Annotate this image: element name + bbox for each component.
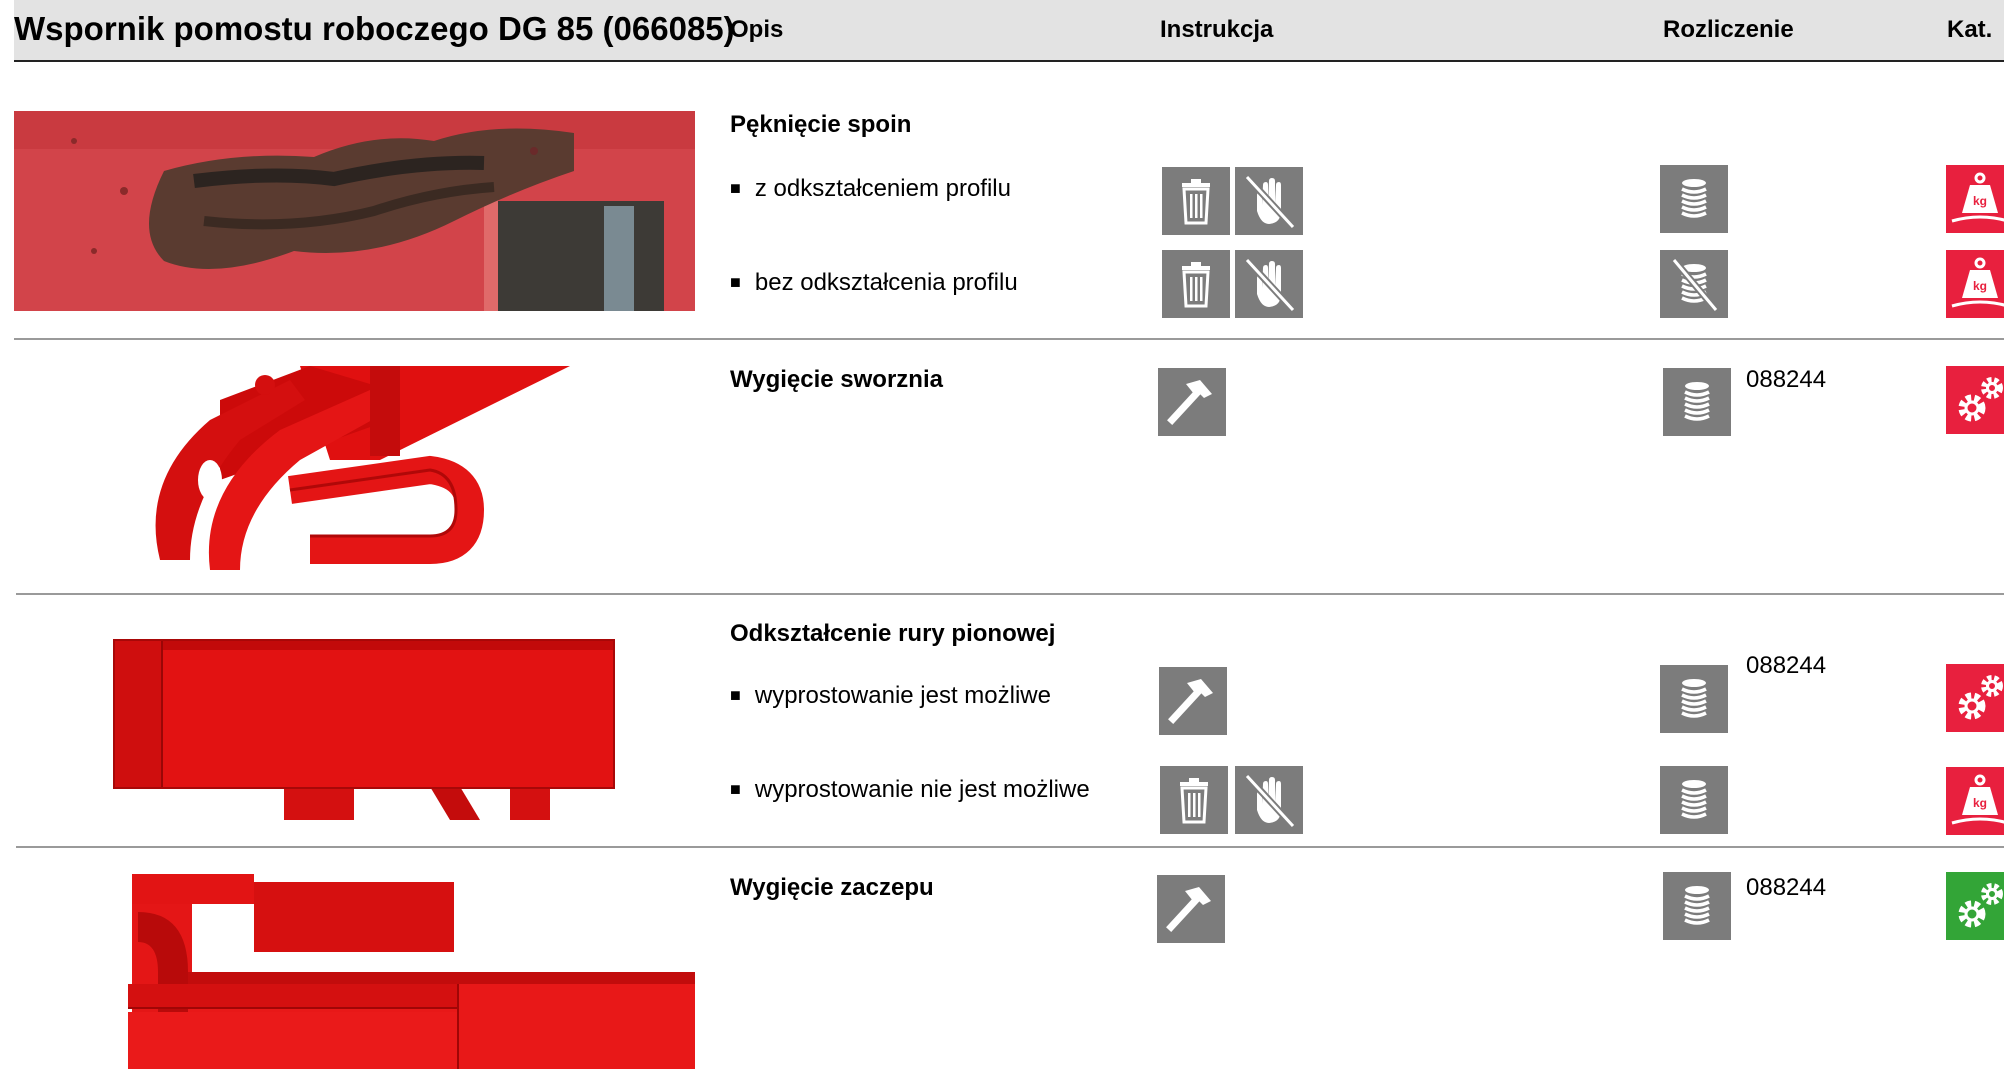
- list-item: z odkształceniem profilu: [730, 175, 1011, 203]
- section-heading: Wygięcie sworznia: [730, 366, 943, 393]
- list-item: wyprostowanie nie jest możliwe: [730, 776, 1090, 804]
- hammer-icon: [1159, 667, 1227, 735]
- list-item: wyprostowanie jest możliwe: [730, 682, 1051, 710]
- article-number: 088244: [1746, 652, 1827, 679]
- weight-kg-icon: [1946, 250, 2004, 318]
- coin-stack-icon: [1663, 872, 1731, 940]
- section-heading: Pęknięcie spoin: [730, 111, 912, 138]
- column-header-opis: Opis: [730, 16, 784, 43]
- row-divider: [14, 338, 2004, 340]
- list-item: bez odkształcenia profilu: [730, 269, 1018, 297]
- row-divider: [16, 593, 2004, 595]
- hammer-icon: [1158, 368, 1226, 436]
- trash-icon: [1160, 766, 1228, 834]
- article-number: 088244: [1746, 874, 1827, 901]
- trash-icon: [1162, 167, 1230, 235]
- page-title: Wspornik pomostu roboczego DG 85 (066085…: [14, 10, 735, 47]
- article-number: 088244: [1746, 366, 1827, 393]
- hammer-icon: [1157, 875, 1225, 943]
- weld-crack-photo: [14, 111, 695, 311]
- no-touch-hand-icon: [1235, 766, 1303, 834]
- bent-pin-render: [130, 360, 570, 570]
- table-header: Wspornik pomostu roboczego DG 85 (066085…: [14, 0, 2004, 62]
- weight-kg-icon: [1946, 767, 2004, 835]
- coin-stack-icon: [1660, 766, 1728, 834]
- gears-icon: [1946, 664, 2004, 732]
- coin-stack-icon: [1660, 665, 1728, 733]
- no-touch-hand-icon: [1235, 250, 1303, 318]
- column-header-kat: Kat.: [1947, 16, 1993, 43]
- section-heading: Wygięcie zaczepu: [730, 874, 934, 901]
- gears-icon: [1946, 366, 2004, 434]
- row-divider: [16, 846, 2004, 848]
- no-touch-hand-icon: [1235, 167, 1303, 235]
- column-header-rozliczenie: Rozliczenie: [1663, 16, 1794, 43]
- section-heading: Odkształcenie rury pionowej: [730, 620, 1056, 647]
- column-header-instrukcja: Instrukcja: [1160, 16, 1274, 43]
- coin-stack-crossed-icon: [1660, 250, 1728, 318]
- bent-hook-render: [128, 872, 695, 1069]
- coin-stack-icon: [1660, 165, 1728, 233]
- gears-icon: [1946, 872, 2004, 940]
- coin-stack-icon: [1663, 368, 1731, 436]
- weight-kg-icon: [1946, 165, 2004, 233]
- vertical-tube-render: [110, 630, 620, 820]
- trash-icon: [1162, 250, 1230, 318]
